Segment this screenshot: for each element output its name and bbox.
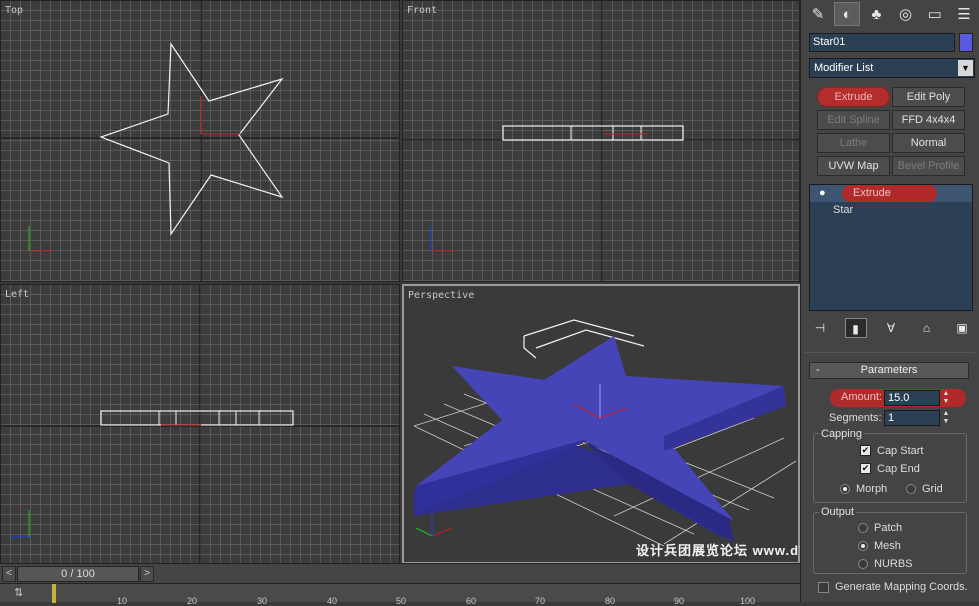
segments-field[interactable]: 1 [884, 410, 940, 426]
tick-label: 50 [396, 596, 407, 606]
segments-spinner[interactable]: ▲ ▼ [941, 410, 951, 426]
mesh-label: Mesh [874, 540, 901, 552]
tick-label: 100 [740, 596, 756, 606]
viewport-label[interactable]: Front [407, 5, 437, 16]
amount-label: Amount: [841, 391, 882, 403]
segments-label: Segments: [829, 412, 882, 424]
star-shape-top [99, 42, 284, 236]
star-profile-left [100, 410, 294, 426]
prev-frame-button[interactable]: < [2, 566, 16, 582]
viewport-perspective[interactable]: Perspective [402, 284, 800, 564]
viewport-top[interactable]: Top [0, 0, 400, 282]
key-mode-icon[interactable]: ⇅ [14, 586, 23, 599]
stack-item-label: Star [833, 204, 854, 216]
capping-title: Capping [819, 428, 864, 440]
time-slider-bar: < 0 / 100 > [0, 563, 800, 583]
motion-icon[interactable]: ◎ [893, 2, 919, 26]
time-slider[interactable]: 0 / 100 [17, 566, 139, 582]
gen-mapping-checkbox[interactable] [818, 582, 829, 593]
left-view-drawing [1, 285, 399, 563]
modifier-button-extrude[interactable]: Extrude [817, 87, 890, 107]
patch-radio[interactable] [858, 523, 868, 533]
show-end-result-icon[interactable]: ▮ [844, 318, 867, 338]
morph-label: Morph [856, 483, 888, 495]
modifier-button-edit-poly[interactable]: Edit Poly [892, 87, 965, 107]
nurbs-radio[interactable] [858, 559, 868, 569]
modifier-list-label: Modifier List [814, 62, 874, 74]
tick-label: 70 [535, 596, 546, 606]
mesh-radio[interactable] [858, 541, 868, 551]
command-panel-tabs: ✎ ◐ ♣ ◎ ▭ ☰ [805, 2, 977, 28]
modifier-button-uvw-map[interactable]: UVW Map [817, 156, 890, 176]
cap-start-label: Cap Start [877, 445, 924, 457]
tick-label: 40 [327, 596, 338, 606]
track-bar[interactable]: ⇅ 10 20 30 40 50 60 70 80 90 100 [0, 583, 800, 606]
modifier-button-ffd[interactable]: FFD 4x4x4 [892, 110, 965, 130]
make-unique-icon[interactable]: ∀ [880, 318, 902, 338]
morph-radio[interactable] [840, 484, 850, 494]
modifier-button-lathe[interactable]: Lathe [817, 133, 890, 153]
tick-label: 30 [257, 596, 268, 606]
configure-sets-icon[interactable]: ▣ [951, 318, 973, 338]
viewport-label[interactable]: Left [5, 289, 29, 300]
cap-start-checkbox[interactable]: ✔ [860, 445, 871, 456]
utilities-icon[interactable]: ☰ [951, 2, 977, 26]
stack-toolbar: ⊣ ▮ ∀ ⌂ ▣ [809, 317, 973, 339]
tick-label: 90 [674, 596, 685, 606]
stack-item-extrude[interactable]: ● Extrude [810, 185, 972, 202]
front-view-drawing [403, 1, 799, 281]
time-cursor[interactable] [52, 584, 56, 603]
modify-icon[interactable]: ◐ [834, 2, 861, 26]
tick-label: 20 [187, 596, 198, 606]
viewport-front[interactable]: Front [402, 0, 800, 282]
display-icon[interactable]: ▭ [922, 2, 948, 26]
viewport-left[interactable]: Left [0, 284, 400, 564]
object-color-swatch[interactable] [959, 33, 973, 52]
pin-stack-icon[interactable]: ⊣ [809, 318, 831, 338]
cap-end-label: Cap End [877, 463, 920, 475]
perspective-view-drawing [413, 319, 797, 547]
cap-end-checkbox[interactable]: ✔ [860, 463, 871, 474]
modifier-stack[interactable]: ● Extrude Star [809, 184, 973, 311]
chevron-down-icon[interactable]: ▼ [958, 60, 973, 76]
amount-spinner[interactable]: ▲ ▼ [941, 390, 951, 406]
stack-item-star[interactable]: Star [810, 202, 972, 219]
next-frame-button[interactable]: > [140, 566, 154, 582]
output-title: Output [819, 506, 857, 518]
amount-field[interactable]: 15.0 [884, 390, 940, 406]
modifier-button-bevel-profile[interactable]: Bevel Profile [892, 156, 965, 176]
parameters-rollout-header[interactable]: - Parameters [809, 362, 969, 379]
remove-modifier-icon[interactable]: ⌂ [916, 318, 938, 338]
star-profile-front [502, 125, 684, 141]
rollout-title: Parameters [860, 364, 918, 376]
create-icon[interactable]: ✎ [805, 2, 831, 26]
viewport-label[interactable]: Perspective [408, 290, 474, 301]
viewport-label[interactable]: Top [5, 5, 23, 16]
tick-label: 60 [466, 596, 477, 606]
top-view-drawing [1, 1, 399, 281]
hierarchy-icon[interactable]: ♣ [863, 2, 889, 26]
object-name-field[interactable]: Star01 [809, 33, 955, 52]
lightbulb-icon[interactable]: ● [819, 185, 826, 202]
modifier-button-edit-spline[interactable]: Edit Spline [817, 110, 890, 130]
stack-item-label: Extrude [853, 187, 891, 199]
modifier-list-dropdown[interactable]: Modifier List ▼ [809, 58, 975, 78]
patch-label: Patch [874, 522, 903, 534]
tick-label: 10 [117, 596, 128, 606]
modifier-button-normal[interactable]: Normal [892, 133, 965, 153]
grid-radio[interactable] [906, 484, 916, 494]
grid-label: Grid [922, 483, 943, 495]
nurbs-label: NURBS [874, 558, 913, 570]
gen-mapping-label: Generate Mapping Coords. [835, 581, 968, 593]
tick-label: 80 [605, 596, 616, 606]
collapse-icon[interactable]: - [816, 363, 820, 378]
